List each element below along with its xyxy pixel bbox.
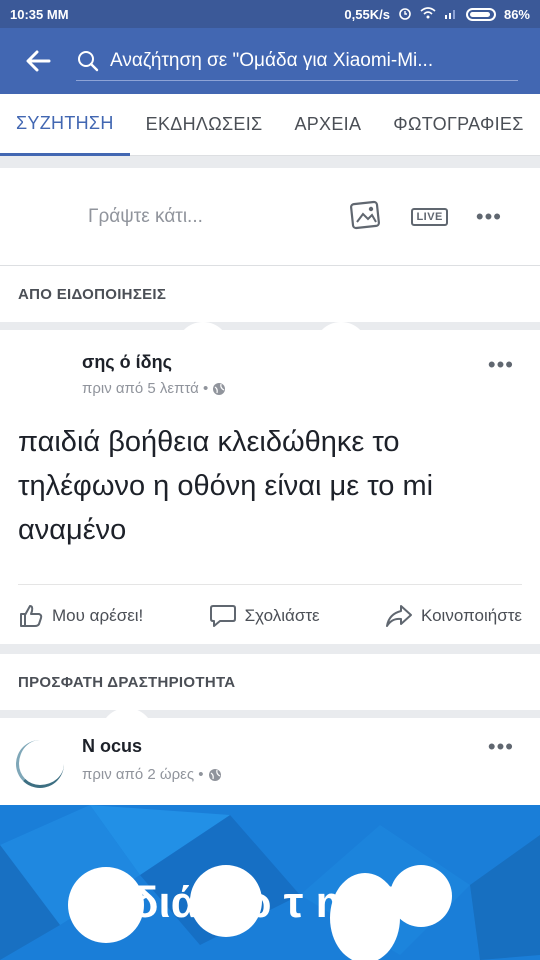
post-author[interactable]: N ocus [82,736,142,757]
post-image[interactable]: διά χω τ mi 3s [0,805,540,960]
battery-level: 86% [503,6,530,22]
group-tabs: ΣΥΖΗΤΗΣΗ ΕΚΔΗΛΩΣΕΙΣ ΑΡΧΕΙΑ ΦΩΤΟΓΡΑΦΙΕΣ [0,94,540,156]
network-speed: 0,55K/s [344,6,390,22]
comment-button[interactable]: Σχολιάστε [209,603,320,629]
battery-icon [465,7,496,21]
live-button[interactable]: LIVE [411,207,448,226]
post-actions: Μου αρέσει! Σχολιάστε Κοινοποιήστε [18,584,522,646]
status-time: 10:35 MM [10,6,69,22]
tab-photos[interactable]: ΦΩΤΟΓΡΑΦΙΕΣ [377,94,539,156]
composer-input[interactable]: Γράψτε κάτι... [88,206,349,228]
search-field[interactable]: Αναζήτηση σε "Ομάδα για Xiaomi-Mi... [76,41,518,81]
section-notifications: ΑΠΟ ΕΙΔΟΠΟΙΗΣΕΙΣ [0,266,540,322]
image-caption: διά χω τ mi 3s [131,878,429,927]
comment-icon [209,604,236,627]
like-label: Μου αρέσει! [52,605,144,625]
post-meta: πριν από 5 λεπτά • [82,380,226,397]
more-options-icon[interactable]: ••• [476,204,502,230]
post-author[interactable]: σης ό ίδης [82,352,172,373]
redaction-blob [176,322,230,376]
post-options-icon[interactable]: ••• [488,734,514,760]
redaction-blob [314,322,368,376]
post-text: παιδιά βοήθεια κλειδώθηκε το τηλέφωνο η … [18,426,434,546]
photo-icon[interactable] [349,198,383,235]
avatar[interactable] [16,740,64,788]
globe-icon [208,768,221,781]
post-card: N ocus πριν από 2 ώρες • ••• [0,708,540,805]
search-icon [78,50,99,71]
section-recent-activity: ΠΡΟΣΦΑΤΗ ΔΡΑΣΤΗΡΙΟΤΗΤΑ [0,654,540,710]
status-indicators: 0,55K/s 86% [344,6,530,23]
wifi-icon [420,6,436,22]
signal-icon [444,7,458,22]
post-options-icon[interactable]: ••• [488,352,514,378]
comment-label: Σχολιάστε [244,605,320,625]
share-button[interactable]: Κοινοποιήστε [385,603,522,629]
globe-icon [213,382,226,395]
back-arrow-icon [26,50,51,72]
status-bar: 10:35 MM 0,55K/s 86% [0,0,540,28]
like-button[interactable]: Μου αρέσει! [18,603,143,629]
search-text: Αναζήτηση σε "Ομάδα για Xiaomi-Mi... [110,49,434,71]
share-icon [385,604,412,627]
tab-files[interactable]: ΑΡΧΕΙΑ [278,94,377,156]
post-meta: πριν από 2 ώρες • [82,766,222,783]
app-bar: Αναζήτηση σε "Ομάδα για Xiaomi-Mi... [0,28,540,94]
post-composer: Γράψτε κάτι... LIVE ••• [0,168,540,266]
thumbs-up-icon [20,604,43,627]
post-time: πριν από 5 λεπτά • [82,380,209,397]
back-button[interactable] [0,28,76,94]
share-label: Κοινοποιήστε [420,605,522,625]
post-card: σης ό ίδης πριν από 5 λεπτά • ••• παιδιά… [0,322,540,646]
alarm-icon [398,6,412,23]
tab-events[interactable]: ΕΚΔΗΛΩΣΕΙΣ [130,94,279,156]
tab-discussion[interactable]: ΣΥΖΗΤΗΣΗ [0,94,130,156]
post-time: πριν από 2 ώρες • [82,766,204,783]
